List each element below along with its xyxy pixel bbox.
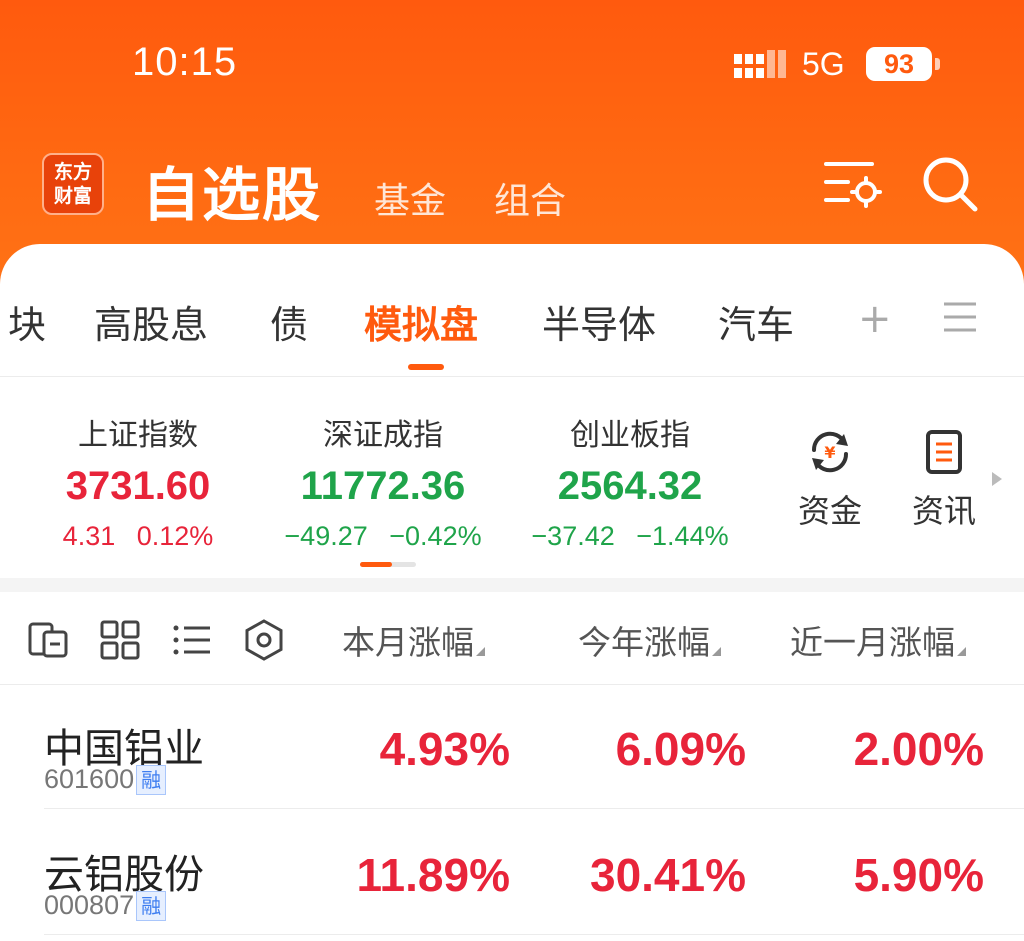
funds-icon: ¥ xyxy=(811,431,849,473)
tab-auto[interactable]: 汽车 xyxy=(718,294,794,349)
stock-code-line: 000807 融 xyxy=(44,890,167,921)
index-change: −37.42 −1.44% xyxy=(510,521,750,552)
header-divider xyxy=(0,684,1024,685)
hexagon-settings-icon[interactable] xyxy=(242,618,286,662)
index-name: 创业板指 xyxy=(570,418,690,453)
nav-tab-fund[interactable]: 基金 xyxy=(374,172,446,224)
news-label: 资讯 xyxy=(911,492,976,530)
index-value: 3731.60 xyxy=(65,464,211,508)
status-time: 10:15 xyxy=(132,40,238,84)
app-logo[interactable]: 东方 财富 xyxy=(42,153,104,215)
grid-view-icon[interactable] xyxy=(98,618,142,662)
logo-line1: 东方 xyxy=(53,161,92,183)
index-shenzhen[interactable]: 深证成指 11772.36 −49.27 −0.42% xyxy=(263,410,503,552)
index-change: −49.27 −0.42% xyxy=(263,521,503,552)
cell-one-month: 5.90% xyxy=(853,849,984,901)
cell-year: 30.41% xyxy=(589,849,746,901)
cell-month: 11.89% xyxy=(356,849,510,901)
logo-line2: 财富 xyxy=(53,185,92,207)
column-label: 今年涨幅 xyxy=(578,623,710,662)
cell-month: 4.93% xyxy=(379,723,510,775)
index-change-percent: −0.42% xyxy=(389,521,482,551)
sort-icon xyxy=(476,647,485,656)
funds-button[interactable]: ¥ 资金 xyxy=(790,428,870,532)
index-change-value: −49.27 xyxy=(284,521,368,551)
index-change: 4.31 0.12% xyxy=(18,521,258,552)
sort-icon xyxy=(957,647,966,656)
tab-semiconductor[interactable]: 半导体 xyxy=(542,294,656,349)
stock-code: 000807 xyxy=(44,890,135,920)
margin-tag: 融 xyxy=(136,765,167,795)
stock-code-line: 601600 融 xyxy=(44,764,167,795)
index-chinext[interactable]: 创业板指 2564.32 −37.42 −1.44% xyxy=(510,410,750,552)
menu-icon[interactable] xyxy=(942,300,978,334)
section-gap xyxy=(0,578,1024,592)
tabs-divider xyxy=(0,376,1024,377)
index-change-value: −37.42 xyxy=(531,521,615,551)
cell-one-month: 2.00% xyxy=(853,723,984,775)
news-button[interactable]: 资讯 xyxy=(904,428,984,532)
row-divider xyxy=(44,934,1024,935)
caret-right-icon[interactable] xyxy=(990,470,1004,488)
list-settings-icon[interactable] xyxy=(822,156,882,208)
index-shanghai[interactable]: 上证指数 3731.60 4.31 0.12% xyxy=(18,410,258,552)
index-change-value: 4.31 xyxy=(62,521,116,551)
nav-tab-watchlist[interactable]: 自选股 xyxy=(142,148,322,232)
svg-text:¥: ¥ xyxy=(824,443,835,462)
index-change-percent: −1.44% xyxy=(636,521,729,551)
index-value: 11772.36 xyxy=(300,464,466,508)
index-pager-indicator xyxy=(360,562,392,567)
search-icon[interactable] xyxy=(920,154,980,214)
sort-icon xyxy=(712,647,721,656)
tab-simulated[interactable]: 模拟盘 xyxy=(364,294,478,349)
column-label: 本月涨幅 xyxy=(342,623,474,662)
tab-bond[interactable]: 债 xyxy=(270,294,308,349)
funds-label: 资金 xyxy=(797,492,862,530)
index-value: 2564.32 xyxy=(557,464,703,508)
signal-icon xyxy=(734,50,786,78)
index-name: 深证成指 xyxy=(323,418,443,453)
compare-view-icon[interactable] xyxy=(26,618,70,662)
add-tab-button[interactable]: + xyxy=(858,296,892,342)
margin-tag: 融 xyxy=(136,891,167,921)
column-label: 近一月涨幅 xyxy=(790,623,955,662)
column-header-year[interactable]: 今年涨幅 xyxy=(578,616,721,664)
nav-tab-portfolio[interactable]: 组合 xyxy=(494,172,566,224)
battery-tip xyxy=(935,58,940,70)
index-change-percent: 0.12% xyxy=(136,521,214,551)
tab-partial[interactable]: 块 xyxy=(8,294,46,349)
cell-year: 6.09% xyxy=(615,723,746,775)
active-tab-indicator xyxy=(408,364,444,370)
column-header-one-month[interactable]: 近一月涨幅 xyxy=(790,616,966,664)
network-type: 5G xyxy=(802,46,845,82)
stock-code: 601600 xyxy=(44,764,135,794)
news-icon xyxy=(926,430,962,474)
column-header-month[interactable]: 本月涨幅 xyxy=(342,616,485,664)
index-name: 上证指数 xyxy=(78,418,198,453)
battery-level: 93 xyxy=(866,47,932,81)
row-divider xyxy=(44,808,1024,809)
list-view-icon[interactable] xyxy=(170,618,214,662)
tab-high-dividend[interactable]: 高股息 xyxy=(94,294,208,349)
